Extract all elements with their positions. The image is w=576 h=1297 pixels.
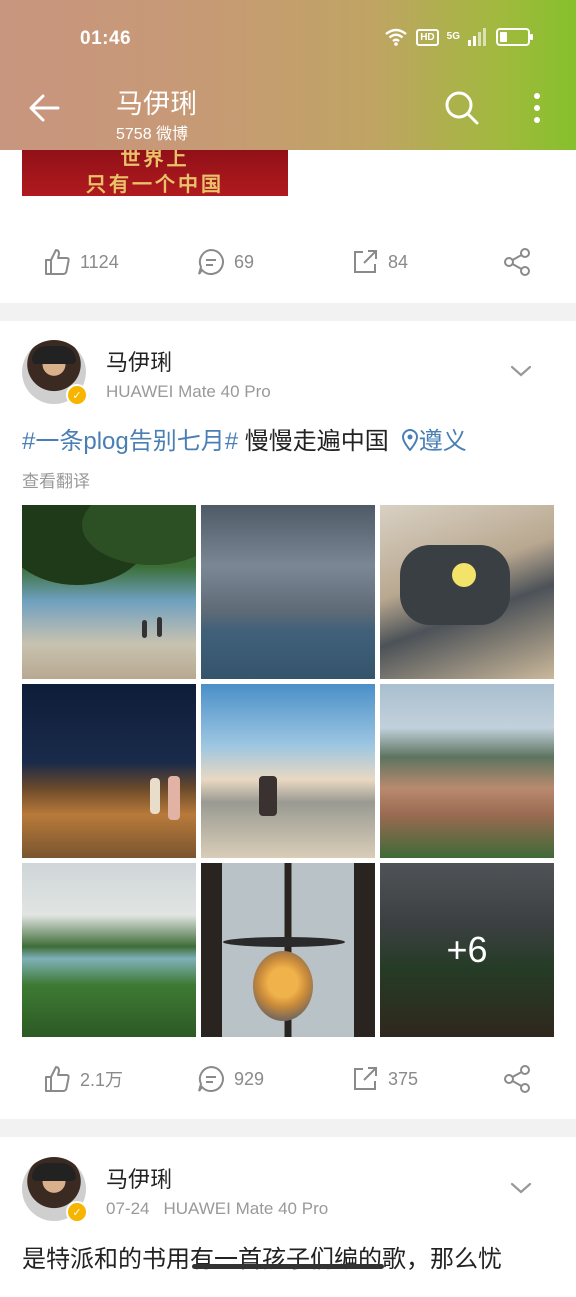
home-indicator[interactable]	[192, 1264, 384, 1269]
share-button[interactable]	[502, 1059, 532, 1099]
photo-green-coast[interactable]	[22, 863, 196, 1037]
repost-count: 84	[388, 251, 409, 272]
avatar-cap	[32, 1163, 76, 1181]
post-meta: 07-24 HUAWEI Mate 40 Pro	[106, 1199, 328, 1219]
profile-header: 01:46 HD 5G 马伊琍 5758 微博	[0, 0, 576, 150]
like-count: 1124	[80, 251, 119, 272]
avatar[interactable]: ✓	[22, 340, 88, 406]
share-icon	[504, 248, 530, 276]
comment-icon	[198, 1065, 224, 1092]
comment-icon	[198, 248, 224, 275]
photo-grid: +6	[22, 505, 554, 1037]
wifi-icon	[385, 28, 407, 46]
person-figure	[400, 545, 510, 625]
more-photos-count[interactable]: +6	[380, 863, 554, 1037]
share-button[interactable]	[502, 242, 532, 282]
like-button[interactable]: 2.1万	[42, 1059, 123, 1099]
battery-level	[500, 32, 507, 42]
device-label: HUAWEI Mate 40 Pro	[163, 1199, 329, 1218]
author-name[interactable]: 马伊琍	[106, 1162, 172, 1194]
signal-icon	[468, 28, 486, 46]
comment-button[interactable]: 69	[196, 242, 254, 282]
person-figure	[150, 778, 160, 814]
verified-badge-icon: ✓	[66, 1201, 88, 1223]
post-card-next[interactable]: ✓ 马伊琍 07-24 HUAWEI Mate 40 Pro 是特派和的书用有一首…	[0, 1137, 576, 1297]
avatar[interactable]: ✓	[22, 1157, 88, 1223]
hashtag-link[interactable]: #一条plog告别七月#	[22, 428, 238, 455]
comment-count: 929	[234, 1068, 265, 1089]
comment-button[interactable]: 929	[196, 1059, 264, 1099]
photo-beach-trees[interactable]	[22, 505, 196, 679]
image-text-line: 只有一个中国	[86, 172, 224, 196]
search-icon[interactable]	[442, 88, 482, 128]
post-body: 慢慢走遍中国	[238, 428, 389, 455]
person-figure	[168, 776, 180, 820]
photo-woman-rock-beach[interactable]	[201, 684, 375, 858]
thumbs-up-icon	[45, 249, 70, 275]
status-icons: HD 5G	[384, 27, 533, 47]
author-name[interactable]: 马伊琍	[106, 345, 172, 377]
thumbs-up-icon	[45, 1066, 70, 1092]
photo-coastal-town[interactable]	[380, 684, 554, 858]
repost-button[interactable]: 84	[350, 242, 408, 282]
person-figure	[259, 776, 277, 816]
comment-count: 69	[234, 251, 255, 272]
chevron-down-icon[interactable]	[506, 356, 536, 386]
post-card[interactable]: ✓ 马伊琍 HUAWEI Mate 40 Pro #一条plog告别七月# 慢慢…	[0, 321, 576, 1119]
status-bar: 01:46 HD 5G	[0, 0, 576, 80]
status-time: 01:46	[80, 28, 132, 49]
verified-badge-icon: ✓	[66, 384, 88, 406]
photo-window-lamp[interactable]	[201, 863, 375, 1037]
light-bulb	[253, 951, 313, 1021]
avatar-cap	[32, 346, 76, 364]
like-button[interactable]: 1124	[42, 242, 119, 282]
person-figure	[142, 620, 147, 638]
post-card-previous: 世界上 只有一个中国 1124 69 84	[0, 140, 576, 303]
action-bar: 1124 69 84	[0, 242, 576, 282]
lamp-shade	[223, 937, 345, 947]
like-count: 2.1万	[80, 1070, 124, 1090]
repost-icon	[354, 250, 377, 273]
person-figure	[157, 617, 162, 637]
photo-night-beach[interactable]	[22, 684, 196, 858]
flower-pillow	[452, 563, 476, 587]
location-link[interactable]: 遵义	[419, 428, 467, 455]
page-title: 马伊琍	[116, 89, 197, 119]
location-pin-icon	[401, 429, 418, 451]
repost-count: 375	[388, 1068, 419, 1089]
translate-link[interactable]: 查看翻译	[22, 467, 90, 492]
post-text: #一条plog告别七月# 慢慢走遍中国 遵义	[22, 421, 467, 456]
network-badge: 5G	[446, 31, 460, 42]
post-meta: HUAWEI Mate 40 Pro	[106, 382, 271, 402]
nav-bar: 马伊琍 5758 微博	[0, 80, 576, 143]
photo-woman-sofa[interactable]	[380, 505, 554, 679]
hd-badge: HD	[416, 28, 439, 46]
chevron-down-icon[interactable]	[506, 1173, 536, 1203]
share-icon	[504, 1065, 530, 1093]
action-bar: 2.1万 929 375	[0, 1059, 576, 1099]
battery-icon	[496, 28, 533, 46]
device-label: HUAWEI Mate 40 Pro	[106, 382, 271, 401]
repost-icon	[354, 1067, 377, 1090]
repost-button[interactable]: 375	[350, 1059, 418, 1099]
photo-village-hills[interactable]: +6	[380, 863, 554, 1037]
post-count: 5758 微博	[116, 126, 189, 143]
photo-storm-sea[interactable]	[201, 505, 375, 679]
post-date: 07-24	[106, 1199, 150, 1218]
more-vertical-icon[interactable]	[524, 88, 550, 128]
back-arrow-icon[interactable]	[24, 86, 68, 130]
